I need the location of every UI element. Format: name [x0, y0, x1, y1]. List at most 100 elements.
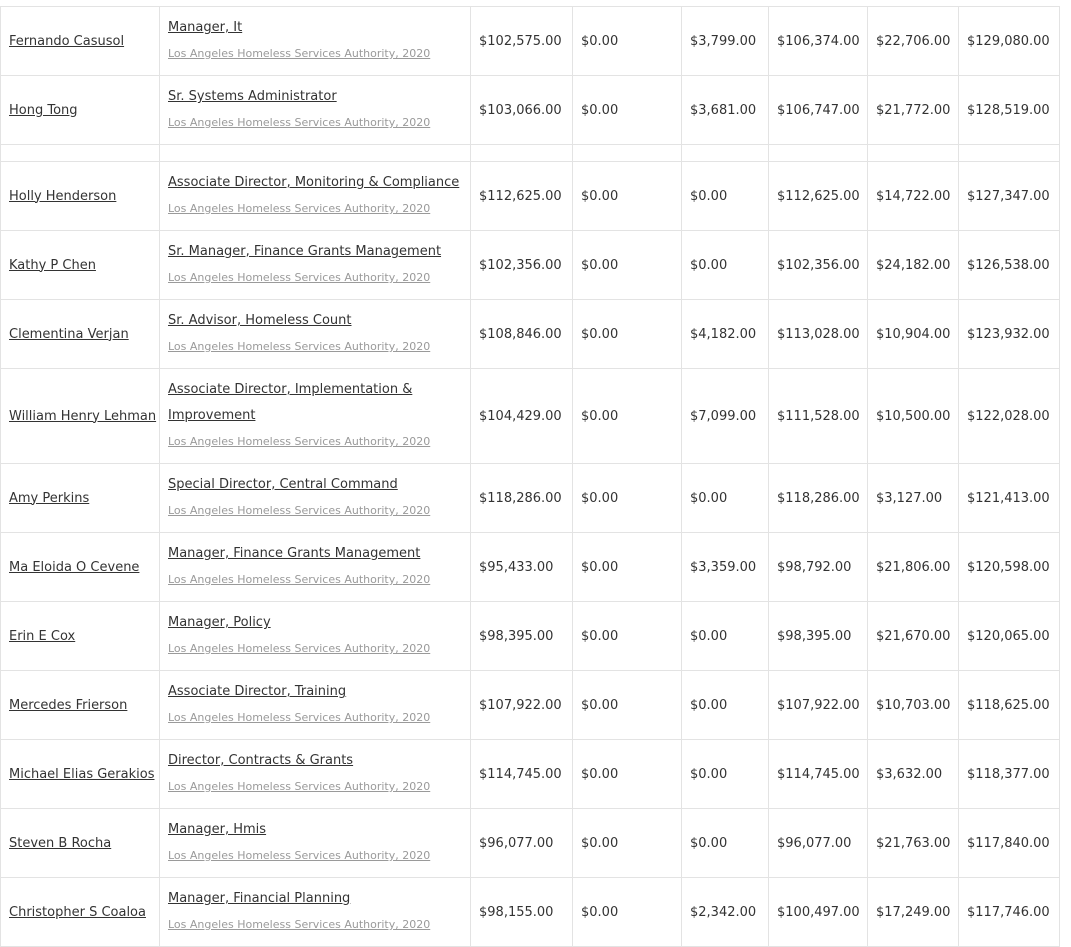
table-row: Amy Perkins Special Director, Central Co…	[0, 463, 1060, 533]
job-title-link[interactable]: Manager, Financial Planning	[168, 886, 462, 912]
table-row: Mercedes Frierson Associate Director, Tr…	[0, 670, 1060, 740]
job-title-link[interactable]: Special Director, Central Command	[168, 472, 462, 498]
total-pay-cell: $113,028.00	[768, 299, 868, 369]
regular-pay-cell: $98,155.00	[470, 877, 573, 947]
salary-table: Fernando Casusol Manager, It Los Angeles…	[0, 6, 1060, 947]
name-cell: Kathy P Chen	[0, 230, 160, 300]
employee-name-link[interactable]: Steven B Rocha	[9, 836, 111, 851]
other-pay-cell: $0.00	[681, 670, 769, 740]
total-pay-cell: $102,356.00	[768, 230, 868, 300]
job-title-link[interactable]: Manager, Hmis	[168, 817, 462, 843]
name-cell: Hong Tong	[0, 75, 160, 145]
agency-link[interactable]: Los Angeles Homeless Services Authority,…	[168, 912, 462, 938]
total-pay-cell: $96,077.00	[768, 808, 868, 878]
total-pay-benefits-cell: $126,538.00	[958, 230, 1060, 300]
employee-name-link[interactable]: Amy Perkins	[9, 491, 89, 506]
employee-name-link[interactable]: Mercedes Frierson	[9, 698, 127, 713]
table-row: Holly Henderson Associate Director, Moni…	[0, 161, 1060, 231]
total-pay-cell: $111,528.00	[768, 368, 868, 464]
title-cell: Manager, Policy Los Angeles Homeless Ser…	[159, 601, 471, 671]
agency-link[interactable]: Los Angeles Homeless Services Authority,…	[168, 41, 462, 67]
agency-link[interactable]: Los Angeles Homeless Services Authority,…	[168, 705, 462, 731]
job-title-link[interactable]: Associate Director, Training	[168, 679, 462, 705]
overtime-pay-cell: $0.00	[572, 230, 682, 300]
title-cell: Director, Contracts & Grants Los Angeles…	[159, 739, 471, 809]
employee-name-link[interactable]: Hong Tong	[9, 103, 78, 118]
employee-name-link[interactable]: William Henry Lehman	[9, 409, 156, 424]
total-pay-benefits-cell: $127,347.00	[958, 161, 1060, 231]
job-title-link[interactable]: Manager, Finance Grants Management	[168, 541, 462, 567]
agency-link[interactable]: Los Angeles Homeless Services Authority,…	[168, 110, 462, 136]
agency-link[interactable]: Los Angeles Homeless Services Authority,…	[168, 265, 462, 291]
table-row: Michael Elias Gerakios Director, Contrac…	[0, 739, 1060, 809]
regular-pay-cell: $102,356.00	[470, 230, 573, 300]
overtime-pay-cell: $0.00	[572, 601, 682, 671]
total-pay-benefits-cell: $123,932.00	[958, 299, 1060, 369]
total-pay-benefits-cell: $118,625.00	[958, 670, 1060, 740]
job-title-link[interactable]: Sr. Systems Administrator	[168, 84, 462, 110]
regular-pay-cell: $108,846.00	[470, 299, 573, 369]
total-pay-benefits-cell: $122,028.00	[958, 368, 1060, 464]
total-pay-benefits-cell: $120,598.00	[958, 532, 1060, 602]
regular-pay-cell: $96,077.00	[470, 808, 573, 878]
benefits-cell: $10,703.00	[867, 670, 959, 740]
title-cell: Sr. Manager, Finance Grants Management L…	[159, 230, 471, 300]
agency-link[interactable]: Los Angeles Homeless Services Authority,…	[168, 498, 462, 524]
employee-name-link[interactable]: Clementina Verjan	[9, 327, 129, 342]
regular-pay-cell: $114,745.00	[470, 739, 573, 809]
job-title-link[interactable]: Associate Director, Monitoring & Complia…	[168, 170, 462, 196]
employee-name-link[interactable]: Michael Elias Gerakios	[9, 767, 154, 782]
table-row: Christopher S Coaloa Manager, Financial …	[0, 877, 1060, 947]
employee-name-link[interactable]: Kathy P Chen	[9, 258, 96, 273]
total-pay-cell: $118,286.00	[768, 463, 868, 533]
table-row: William Henry Lehman Associate Director,…	[0, 368, 1060, 464]
total-pay-cell: $112,625.00	[768, 161, 868, 231]
overtime-pay-cell: $0.00	[572, 75, 682, 145]
other-pay-cell: $0.00	[681, 230, 769, 300]
benefits-cell: $3,632.00	[867, 739, 959, 809]
agency-link[interactable]: Los Angeles Homeless Services Authority,…	[168, 196, 462, 222]
total-pay-benefits-cell: $121,413.00	[958, 463, 1060, 533]
employee-name-link[interactable]: Ma Eloida O Cevene	[9, 560, 139, 575]
job-title-link[interactable]: Director, Contracts & Grants	[168, 748, 462, 774]
agency-link[interactable]: Los Angeles Homeless Services Authority,…	[168, 843, 462, 869]
job-title-link[interactable]: Manager, Policy	[168, 610, 462, 636]
spacer-row	[0, 144, 1060, 162]
benefits-cell: $21,772.00	[867, 75, 959, 145]
name-cell: Ma Eloida O Cevene	[0, 532, 160, 602]
name-cell: Michael Elias Gerakios	[0, 739, 160, 809]
benefits-cell: $3,127.00	[867, 463, 959, 533]
title-cell: Special Director, Central Command Los An…	[159, 463, 471, 533]
job-title-link[interactable]: Sr. Manager, Finance Grants Management	[168, 239, 462, 265]
employee-name-link[interactable]: Erin E Cox	[9, 629, 75, 644]
other-pay-cell: $0.00	[681, 808, 769, 878]
employee-name-link[interactable]: Fernando Casusol	[9, 34, 124, 49]
agency-link[interactable]: Los Angeles Homeless Services Authority,…	[168, 567, 462, 593]
total-pay-benefits-cell: $118,377.00	[958, 739, 1060, 809]
name-cell: Clementina Verjan	[0, 299, 160, 369]
agency-link[interactable]: Los Angeles Homeless Services Authority,…	[168, 334, 462, 360]
overtime-pay-cell: $0.00	[572, 739, 682, 809]
employee-name-link[interactable]: Christopher S Coaloa	[9, 905, 146, 920]
table-row: Ma Eloida O Cevene Manager, Finance Gran…	[0, 532, 1060, 602]
overtime-pay-cell: $0.00	[572, 368, 682, 464]
other-pay-cell: $4,182.00	[681, 299, 769, 369]
title-cell: Associate Director, Implementation & Imp…	[159, 368, 471, 464]
agency-link[interactable]: Los Angeles Homeless Services Authority,…	[168, 636, 462, 662]
name-cell: Steven B Rocha	[0, 808, 160, 878]
total-pay-cell: $107,922.00	[768, 670, 868, 740]
title-cell: Manager, Hmis Los Angeles Homeless Servi…	[159, 808, 471, 878]
overtime-pay-cell: $0.00	[572, 877, 682, 947]
overtime-pay-cell: $0.00	[572, 532, 682, 602]
name-cell: Amy Perkins	[0, 463, 160, 533]
job-title-link[interactable]: Associate Director, Implementation & Imp…	[168, 377, 462, 429]
title-cell: Sr. Systems Administrator Los Angeles Ho…	[159, 75, 471, 145]
table-row: Erin E Cox Manager, Policy Los Angeles H…	[0, 601, 1060, 671]
agency-link[interactable]: Los Angeles Homeless Services Authority,…	[168, 429, 462, 455]
job-title-link[interactable]: Sr. Advisor, Homeless Count	[168, 308, 462, 334]
title-cell: Sr. Advisor, Homeless Count Los Angeles …	[159, 299, 471, 369]
agency-link[interactable]: Los Angeles Homeless Services Authority,…	[168, 774, 462, 800]
regular-pay-cell: $118,286.00	[470, 463, 573, 533]
job-title-link[interactable]: Manager, It	[168, 15, 462, 41]
employee-name-link[interactable]: Holly Henderson	[9, 189, 116, 204]
